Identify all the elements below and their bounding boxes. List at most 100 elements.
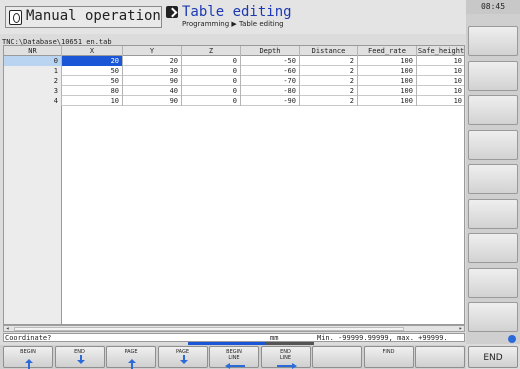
- softkey-button[interactable]: PAGE: [106, 346, 156, 369]
- program-mode-icon: [166, 6, 178, 18]
- arrow-left-icon: [225, 363, 245, 369]
- table-row[interactable]: 2 50 90 0 -70 2 100 10: [4, 76, 464, 86]
- table-cell[interactable]: 20: [123, 56, 182, 66]
- table-row[interactable]: 3 80 40 0 -80 2 100 10: [4, 86, 464, 96]
- table-header-row: NR X Y Z Depth Distance Feed_rate Safe_height: [4, 46, 464, 56]
- table-cell[interactable]: -60: [241, 66, 300, 76]
- arrow-up-icon: [25, 359, 33, 369]
- table-cell[interactable]: 10: [417, 96, 464, 106]
- column-header[interactable]: Feed_rate: [358, 46, 417, 56]
- row-number-cell[interactable]: 2: [4, 76, 62, 86]
- softkey-label: BEGIN LINE: [226, 349, 242, 361]
- table-cell[interactable]: 20: [62, 56, 123, 66]
- scroll-thumb[interactable]: [14, 327, 404, 331]
- vertical-softkey[interactable]: [468, 95, 518, 125]
- table-grid[interactable]: NR X Y Z Depth Distance Feed_rate Safe_height 0…: [3, 45, 465, 325]
- clock: 08:45: [466, 0, 520, 14]
- softkey-button[interactable]: BEGIN LINE: [209, 346, 259, 369]
- scroll-right-icon[interactable]: ▸: [457, 326, 464, 332]
- softkey-button[interactable]: END: [54, 346, 105, 368]
- softkey-switch-icon[interactable]: [508, 335, 516, 343]
- table-cell[interactable]: 100: [358, 86, 417, 96]
- mode-title: Manual operation: [26, 8, 161, 24]
- table-cell[interactable]: 2: [300, 96, 358, 106]
- end-button[interactable]: END: [468, 346, 518, 368]
- arrow-down-icon: [76, 355, 85, 364]
- table-cell[interactable]: -80: [241, 86, 300, 96]
- arrow-right-icon: [276, 363, 297, 369]
- arrow-up-icon: [128, 359, 136, 369]
- table-cell[interactable]: 10: [417, 56, 464, 66]
- horizontal-scrollbar[interactable]: ◂ ▸: [3, 325, 465, 332]
- table-cell[interactable]: 10: [62, 96, 123, 106]
- softkey-label: PAGE: [124, 349, 138, 355]
- unit-label: mm: [270, 334, 279, 342]
- table-cell[interactable]: 30: [123, 66, 182, 76]
- column-header[interactable]: NR: [4, 46, 62, 56]
- column-header[interactable]: Depth: [241, 46, 300, 56]
- table-cell[interactable]: 10: [417, 86, 464, 96]
- softkey-button[interactable]: FIND: [363, 346, 414, 368]
- vertical-softkey[interactable]: [468, 129, 518, 160]
- table-cell[interactable]: 0: [182, 76, 241, 86]
- table-cell[interactable]: 10: [417, 76, 464, 86]
- vertical-softkey[interactable]: [468, 26, 518, 56]
- table-cell[interactable]: 100: [358, 66, 417, 76]
- row-number-cell[interactable]: 4: [4, 96, 62, 106]
- table-cell[interactable]: 2: [300, 76, 358, 86]
- row-number-cell[interactable]: 0: [4, 56, 62, 66]
- table-cell[interactable]: 80: [62, 86, 123, 96]
- column-header[interactable]: Y: [123, 46, 182, 56]
- table-cell[interactable]: -90: [241, 96, 300, 106]
- table-cell[interactable]: 100: [358, 76, 417, 86]
- table-cell[interactable]: 0: [182, 96, 241, 106]
- column-header[interactable]: X: [62, 46, 123, 56]
- softkey-label: FIND: [382, 349, 395, 355]
- vertical-softkey[interactable]: [468, 164, 518, 194]
- softkey-button[interactable]: END LINE: [260, 346, 311, 369]
- vertical-softkey[interactable]: [468, 198, 518, 229]
- arrow-down-icon: [179, 355, 188, 364]
- table-cell[interactable]: 50: [62, 66, 123, 76]
- range-label: Min. -99999.99999, max. +99999.: [317, 334, 448, 342]
- softkey-button[interactable]: [415, 346, 465, 368]
- table-cell[interactable]: 90: [123, 96, 182, 106]
- softkey-label: BEGIN: [20, 349, 36, 355]
- softkey-button[interactable]: PAGE: [157, 346, 208, 368]
- table-cell[interactable]: 2: [300, 66, 358, 76]
- row-number-cell[interactable]: 3: [4, 86, 62, 96]
- table-cell[interactable]: 10: [417, 66, 464, 76]
- vertical-softkey[interactable]: [468, 233, 518, 263]
- table-cell[interactable]: 50: [62, 76, 123, 86]
- table-cell[interactable]: 100: [358, 96, 417, 106]
- vertical-softkey[interactable]: [468, 302, 518, 332]
- vertical-softkey-bar: [466, 14, 520, 344]
- table-row[interactable]: 4 10 90 0 -90 2 100 10: [4, 96, 464, 106]
- coordinate-prompt: Coordinate?: [5, 334, 52, 342]
- vertical-softkey[interactable]: [468, 60, 518, 91]
- row-number-cell[interactable]: 1: [4, 66, 62, 76]
- table-cell[interactable]: -70: [241, 76, 300, 86]
- softkey-button[interactable]: BEGIN: [3, 346, 53, 369]
- table-cell[interactable]: 0: [182, 86, 241, 96]
- table-cell[interactable]: -50: [241, 56, 300, 66]
- table-cell[interactable]: 100: [358, 56, 417, 66]
- table-row[interactable]: 1 50 30 0 -60 2 100 10: [4, 66, 464, 76]
- program-title: Table editing: [182, 4, 292, 20]
- table-cell[interactable]: 0: [182, 56, 241, 66]
- table-cell[interactable]: 0: [182, 66, 241, 76]
- mode-panel[interactable]: Manual operation: [5, 6, 162, 28]
- table-cell[interactable]: 2: [300, 56, 358, 66]
- scroll-left-icon[interactable]: ◂: [4, 326, 11, 332]
- column-header[interactable]: Safe_height: [417, 46, 464, 56]
- table-cell[interactable]: 90: [123, 76, 182, 86]
- tnc-screen: Manual operation Table editing Programmi…: [0, 0, 520, 369]
- vertical-softkey[interactable]: [468, 267, 518, 298]
- table-cell[interactable]: 40: [123, 86, 182, 96]
- column-header[interactable]: Z: [182, 46, 241, 56]
- table-cell[interactable]: 2: [300, 86, 358, 96]
- column-header[interactable]: Distance: [300, 46, 358, 56]
- breadcrumb: Programming ▶ Table editing: [182, 20, 284, 28]
- softkey-button[interactable]: [312, 346, 362, 368]
- table-row[interactable]: 0 20 20 0 -50 2 100 10: [4, 56, 464, 66]
